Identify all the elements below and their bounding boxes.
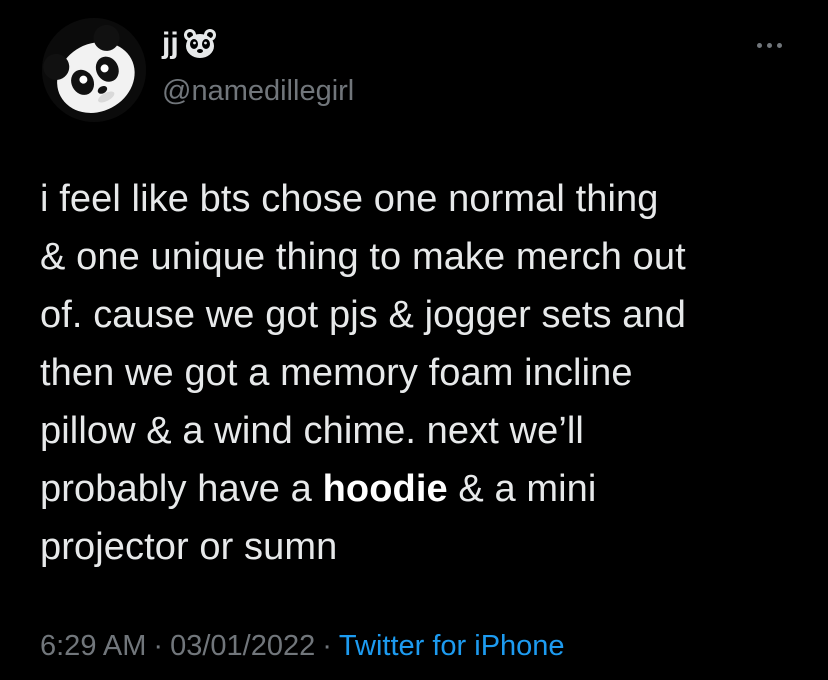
more-dot-icon [776, 42, 782, 48]
tweet-text-line: i feel like bts chose one normal thing [40, 170, 810, 228]
tweet-text-segment: & one unique thing to make merch out [40, 236, 686, 278]
tweet-source-link[interactable]: Twitter for iPhone [339, 630, 565, 662]
tweet-metadata: 6:29 AM · 03/01/2022 · Twitter for iPhone [40, 626, 565, 666]
tweet-text-segment: probably have a [40, 468, 323, 510]
more-dot-icon [766, 42, 772, 48]
panda-face-icon [183, 27, 217, 61]
panda-avatar-image [42, 18, 146, 122]
tweet-text-segment: i feel like bts chose one normal thing [40, 178, 659, 220]
tweet-text-line: & one unique thing to make merch out [40, 228, 810, 286]
tweet-text-line: of. cause we got pjs & jogger sets and [40, 286, 810, 344]
tweet-text-segment: pillow & a wind chime. next we’ll [40, 410, 584, 452]
meta-separator: · [322, 630, 332, 662]
tweet-text-line: projector or sumn [40, 518, 810, 576]
display-name-text: jj [162, 27, 179, 60]
tweet-text-segment: projector or sumn [40, 526, 338, 568]
tweet-time[interactable]: 6:29 AM [40, 630, 146, 662]
display-name[interactable]: jj [162, 26, 217, 62]
tweet-text-line: then we got a memory foam incline [40, 344, 810, 402]
tweet-card: jj @namedillegirl i feel like bts chose … [0, 0, 828, 680]
user-handle[interactable]: @namedillegirl [162, 74, 354, 108]
more-options-button[interactable] [742, 30, 796, 60]
tweet-date[interactable]: 03/01/2022 [170, 630, 315, 662]
tweet-text-segment: & a mini [447, 468, 597, 510]
tweet-text: i feel like bts chose one normal thing & … [40, 170, 810, 576]
tweet-text-segment: of. cause we got pjs & jogger sets and [40, 294, 686, 336]
tweet-text-line: probably have a hoodie & a mini [40, 460, 810, 518]
tweet-text-bold: hoodie [322, 468, 448, 510]
more-dot-icon [756, 42, 762, 48]
tweet-text-line: pillow & a wind chime. next we’ll [40, 402, 810, 460]
avatar[interactable] [42, 18, 146, 122]
tweet-text-segment: then we got a memory foam incline [40, 352, 633, 394]
meta-separator: · [153, 630, 164, 662]
